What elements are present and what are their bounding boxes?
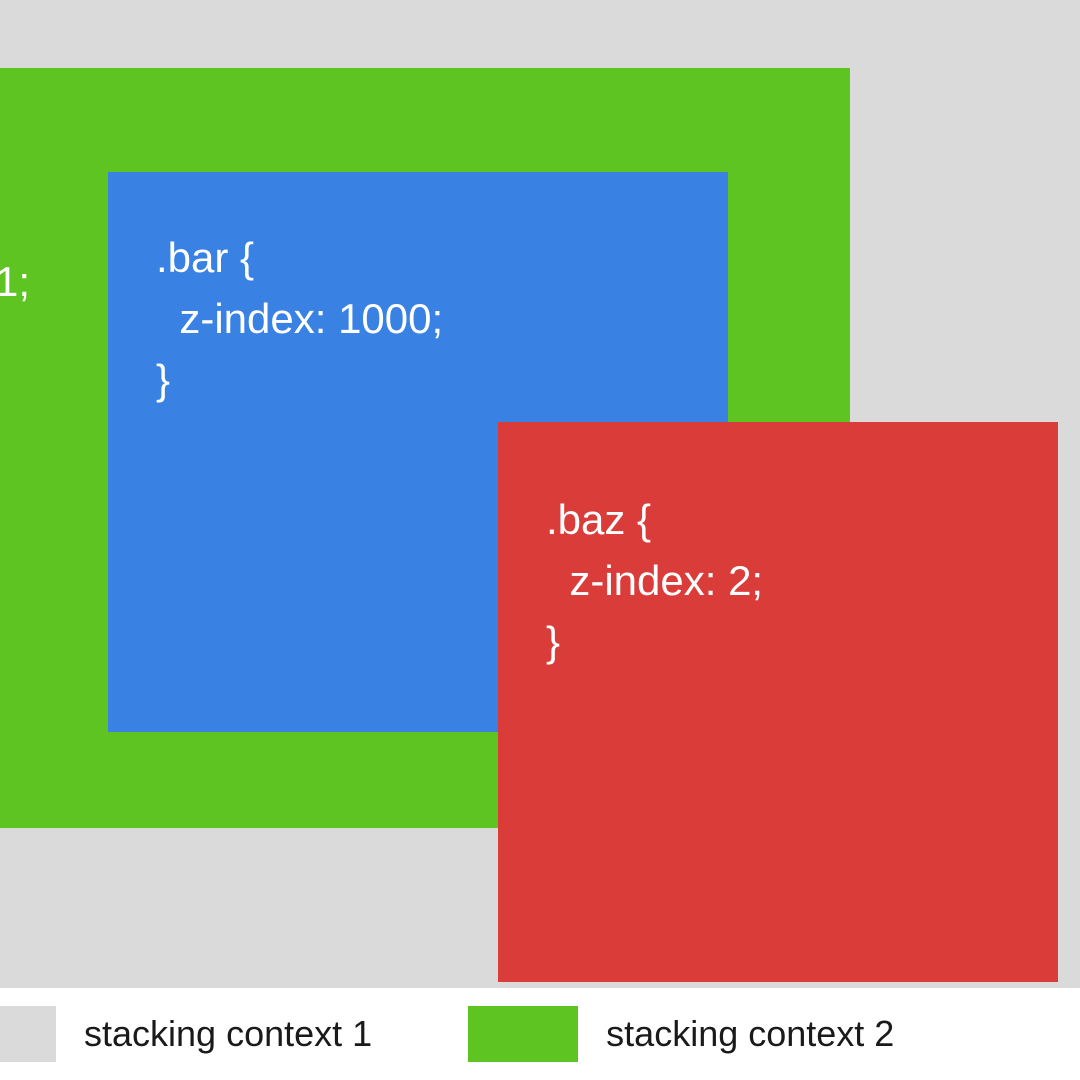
legend-swatch-context-2 (468, 1006, 578, 1062)
bar-css-code: .bar { z-index: 1000; } (156, 228, 680, 411)
legend-label-context-1: stacking context 1 (84, 1013, 372, 1055)
green-box-code-fragment: 1; (0, 258, 30, 306)
baz-element-red-box: .baz { z-index: 2; } (498, 422, 1058, 982)
legend: stacking context 1 stacking context 2 (0, 988, 1080, 1080)
legend-label-context-2: stacking context 2 (606, 1013, 894, 1055)
baz-css-code: .baz { z-index: 2; } (546, 490, 1010, 673)
legend-swatch-context-1 (0, 1006, 56, 1062)
